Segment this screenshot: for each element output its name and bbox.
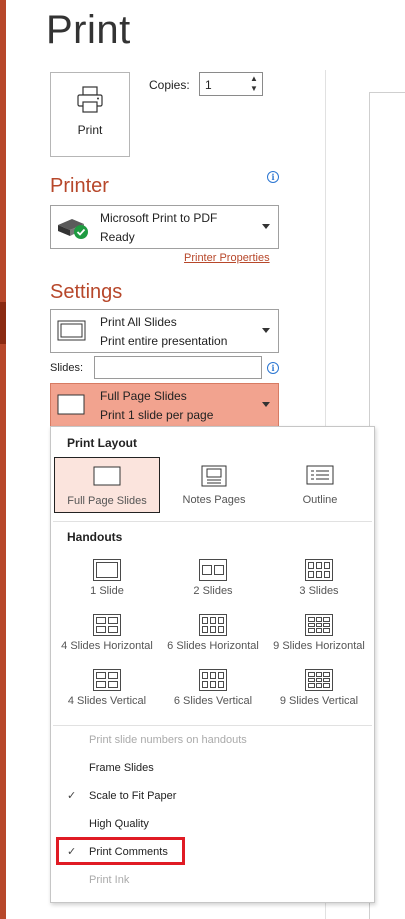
copies-spinner[interactable]: 1 ▲ ▼ xyxy=(199,72,263,96)
layout-label: Notes Pages xyxy=(182,494,246,506)
copies-label: Copies: xyxy=(149,78,190,92)
handout-label: 6 Slides Vertical xyxy=(173,695,253,707)
handout-label: 4 Slides Horizontal xyxy=(61,640,153,652)
print-comments-highlight-box xyxy=(56,837,185,865)
handout-9-vertical-icon xyxy=(305,669,333,691)
handouts-header: Handouts xyxy=(67,530,123,544)
option-scale-to-fit-paper[interactable]: Scale to Fit Paper xyxy=(89,790,176,802)
full-page-slide-icon xyxy=(57,394,85,415)
print-button-label: Print xyxy=(77,123,103,137)
handout-label: 6 Slides Horizontal xyxy=(167,640,259,652)
printer-status: Ready xyxy=(100,230,135,244)
spin-down-icon[interactable]: ▼ xyxy=(249,84,259,94)
print-range-title: Print All Slides xyxy=(100,315,177,329)
scale-to-fit-check-icon: ✓ xyxy=(67,790,77,802)
print-layout-dropdown[interactable]: Full Page Slides Print 1 slide per page xyxy=(50,383,279,427)
handout-label: 9 Slides Vertical xyxy=(279,695,359,707)
print-range-desc: Print entire presentation xyxy=(100,334,228,348)
printer-properties-link[interactable]: Printer Properties xyxy=(184,252,270,264)
handout-9-slides-vertical[interactable]: 9 Slides Vertical xyxy=(265,669,373,715)
handout-6-horizontal-icon xyxy=(199,614,227,636)
printer-name: Microsoft Print to PDF xyxy=(100,211,218,225)
handout-4-horizontal-icon xyxy=(93,614,121,636)
option-print-slide-numbers: Print slide numbers on handouts xyxy=(89,734,247,746)
option-high-quality[interactable]: High Quality xyxy=(89,818,149,830)
slides-label: Slides: xyxy=(50,362,84,374)
printer-info-icon[interactable]: i xyxy=(267,171,279,183)
print-range-dropdown[interactable]: Print All Slides Print entire presentati… xyxy=(50,309,279,353)
chevron-down-icon xyxy=(262,402,270,407)
layout-full-page-slides[interactable]: Full Page Slides xyxy=(54,457,160,513)
spin-up-icon[interactable]: ▲ xyxy=(249,74,259,84)
handout-label: 1 Slide xyxy=(90,585,124,597)
print-layout-title: Full Page Slides xyxy=(100,389,187,403)
all-slides-icon xyxy=(57,320,86,341)
menu-divider xyxy=(53,521,372,522)
handout-1-slide[interactable]: 1 Slide xyxy=(53,559,161,605)
menu-divider xyxy=(53,725,372,726)
chevron-down-icon xyxy=(262,328,270,333)
copies-value: 1 xyxy=(205,78,212,92)
backstage-left-bar xyxy=(0,0,6,919)
handout-4-vertical-icon xyxy=(93,669,121,691)
outline-icon xyxy=(306,465,334,485)
handout-3-slides[interactable]: 3 Slides xyxy=(265,559,373,605)
handout-4-slides-horizontal[interactable]: 4 Slides Horizontal xyxy=(53,614,161,660)
backstage-left-bar-active xyxy=(0,302,6,344)
handout-2-slides-icon xyxy=(199,559,227,581)
handout-3-slides-icon xyxy=(305,559,333,581)
printer-ready-icon xyxy=(58,219,88,239)
option-frame-slides[interactable]: Frame Slides xyxy=(89,762,154,774)
copies-spin-buttons[interactable]: ▲ ▼ xyxy=(249,74,259,94)
print-layout-desc: Print 1 slide per page xyxy=(100,408,214,422)
handout-6-slides-vertical[interactable]: 6 Slides Vertical xyxy=(159,669,267,715)
handout-label: 2 Slides xyxy=(193,585,233,597)
slides-info-icon[interactable]: i xyxy=(267,362,279,374)
layout-notes-pages[interactable]: Notes Pages xyxy=(161,457,267,513)
slides-input[interactable] xyxy=(94,356,262,379)
handout-6-vertical-icon xyxy=(199,669,227,691)
handout-label: 9 Slides Horizontal xyxy=(273,640,365,652)
printer-dropdown[interactable]: Microsoft Print to PDF Ready xyxy=(50,205,279,249)
page-title: Print xyxy=(46,8,131,52)
handout-4-slides-vertical[interactable]: 4 Slides Vertical xyxy=(53,669,161,715)
handout-9-slides-horizontal[interactable]: 9 Slides Horizontal xyxy=(265,614,373,660)
full-page-slide-icon xyxy=(93,466,121,486)
print-layout-menu: Print Layout Full Page Slides Notes Page… xyxy=(50,426,375,903)
handout-6-slides-horizontal[interactable]: 6 Slides Horizontal xyxy=(159,614,267,660)
layout-label: Full Page Slides xyxy=(67,495,147,507)
print-layout-header: Print Layout xyxy=(67,436,138,450)
notes-pages-icon xyxy=(201,465,227,487)
handout-label: 4 Slides Vertical xyxy=(67,695,147,707)
settings-section-title: Settings xyxy=(50,281,123,303)
handout-1-slide-icon xyxy=(93,559,121,581)
layout-outline[interactable]: Outline xyxy=(267,457,373,513)
handout-label: 3 Slides xyxy=(299,585,339,597)
layout-label: Outline xyxy=(302,494,338,506)
option-print-ink: Print Ink xyxy=(89,874,130,886)
printer-icon xyxy=(77,86,103,113)
print-button[interactable]: Print xyxy=(50,72,130,157)
printer-section-title: Printer xyxy=(50,175,109,197)
handout-9-horizontal-icon xyxy=(305,614,333,636)
chevron-down-icon xyxy=(262,224,270,229)
handout-2-slides[interactable]: 2 Slides xyxy=(159,559,267,605)
